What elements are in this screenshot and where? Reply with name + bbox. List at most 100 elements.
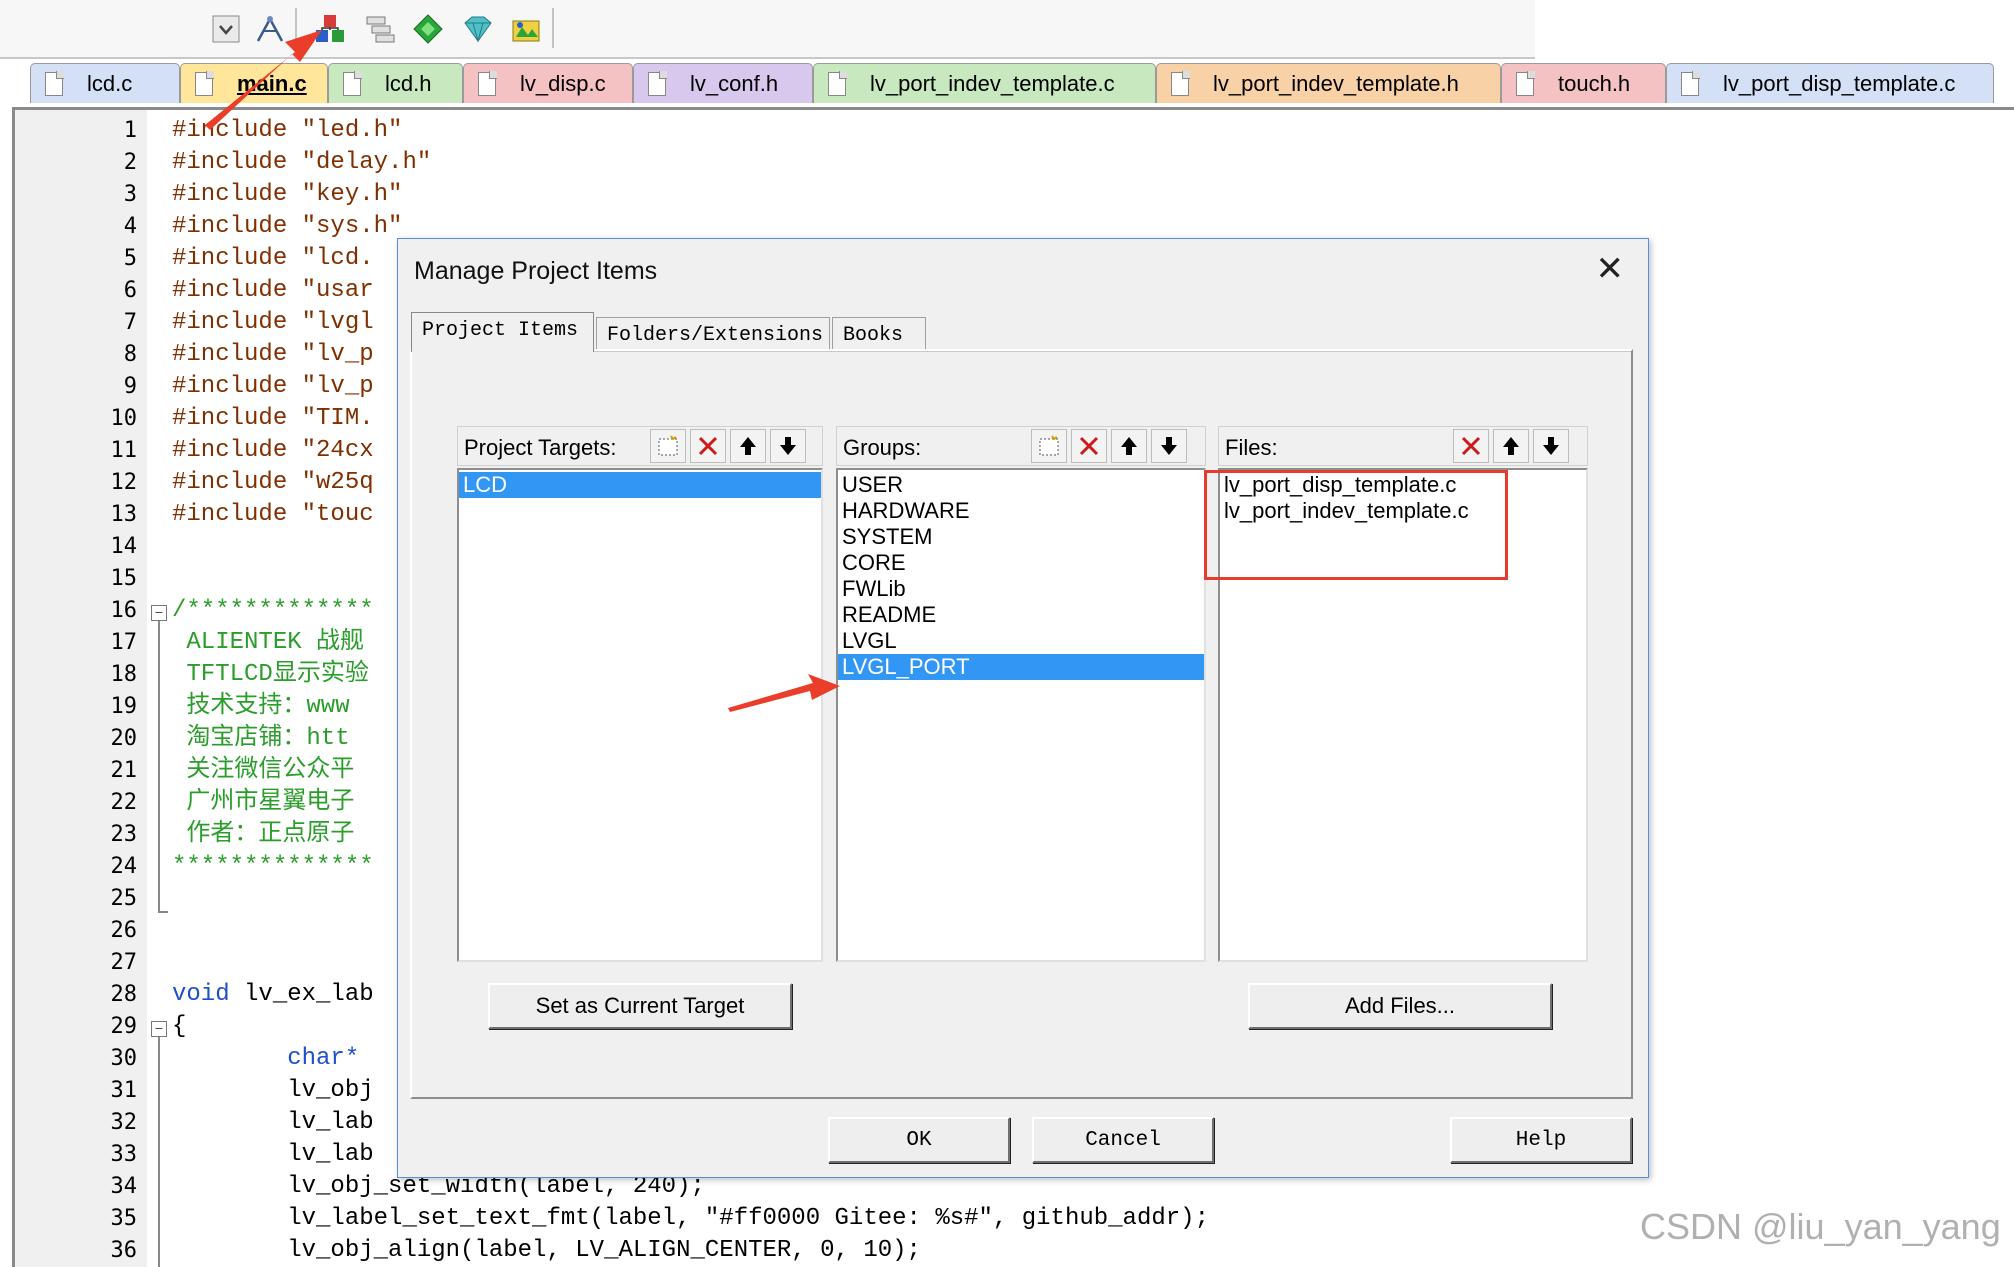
tab-lv-port-indev-template-c[interactable]: lv_port_indev_template.c [813, 63, 1156, 103]
list-item[interactable]: HARDWARE [838, 498, 1204, 524]
list-item[interactable]: LVGL [838, 628, 1204, 654]
tab-lv-port-indev-template-h[interactable]: lv_port_indev_template.h [1156, 63, 1501, 103]
add-files-button[interactable]: Add Files... [1248, 983, 1552, 1029]
tab-label: lcd.h [385, 70, 432, 96]
line-number: 12 [110, 470, 138, 495]
tab-lcd-c[interactable]: lcd.c [30, 63, 180, 103]
set-as-current-target-button[interactable]: Set as Current Target [488, 983, 792, 1029]
line-number: 30 [110, 1046, 138, 1071]
dialog-title: Manage Project Items [414, 257, 658, 285]
line-number: 20 [110, 726, 138, 751]
code-text: #include "delay.h" [172, 149, 432, 176]
delete-icon[interactable] [690, 429, 726, 463]
code-text: lv_obj [172, 1077, 374, 1104]
line-number: 19 [110, 694, 138, 719]
delete-icon[interactable] [1453, 429, 1489, 463]
move-up-icon[interactable] [730, 429, 766, 463]
help-button[interactable]: Help [1450, 1117, 1632, 1163]
line-number: 4 [123, 214, 137, 239]
file-icon [648, 70, 667, 96]
tab-main-c[interactable]: main.c [180, 63, 328, 103]
code-text: 关注微信公众平 [172, 757, 355, 784]
list-item[interactable]: LCD [459, 472, 821, 498]
tab-lv-conf-h[interactable]: lv_conf.h [633, 63, 813, 103]
toolbar-separator-end [552, 8, 554, 48]
code-text: lv_obj_align(label, LV_ALIGN_CENTER, 0, … [172, 1237, 921, 1264]
line-number: 1 [123, 118, 137, 143]
code-text: /************* [172, 597, 374, 624]
move-down-icon[interactable] [1151, 429, 1187, 463]
fold-toggle-icon[interactable]: − [151, 605, 167, 621]
list-item-selected[interactable]: LVGL_PORT [838, 654, 1204, 680]
code-text: 技术支持：www [172, 693, 350, 720]
code-text: void lv_ex_lab [172, 981, 374, 1008]
tab-lv-port-disp-template-c[interactable]: lv_port_disp_template.c [1666, 63, 1994, 103]
tab-folders-extensions[interactable]: Folders/Extensions [596, 317, 830, 352]
code-text: 作者：正点原子 [172, 821, 355, 848]
line-number: 25 [110, 886, 138, 911]
file-tab-bar: lcd.c main.c lcd.h lv_disp.c lv_conf.h l… [0, 59, 2014, 107]
ok-button[interactable]: OK [828, 1117, 1010, 1163]
files-label: Files: [1225, 435, 1278, 460]
groups-list[interactable]: USER HARDWARE SYSTEM CORE FWLib README L… [836, 468, 1206, 962]
move-down-icon[interactable] [770, 429, 806, 463]
tab-label: lcd.c [87, 70, 133, 96]
line-number: 31 [110, 1078, 138, 1103]
line-number: 23 [110, 822, 138, 847]
batch-build-icon[interactable] [364, 13, 396, 45]
list-item[interactable]: FWLib [838, 576, 1204, 602]
tab-lv-disp-c[interactable]: lv_disp.c [463, 63, 633, 103]
code-text: #include "led.h" [172, 117, 403, 144]
list-item[interactable]: USER [838, 472, 1204, 498]
targets-header: Project Targets: [457, 426, 823, 466]
file-icon [1171, 70, 1190, 96]
move-up-icon[interactable] [1111, 429, 1147, 463]
file-icon [45, 70, 64, 96]
tab-project-items[interactable]: Project Items [411, 312, 594, 352]
new-target-icon[interactable] [650, 429, 686, 463]
manage-project-items-dialog: Manage Project Items ✕ Project Items Fol… [397, 238, 1649, 1178]
line-number: 24 [110, 854, 138, 879]
list-item[interactable]: SYSTEM [838, 524, 1204, 550]
list-item[interactable]: README [838, 602, 1204, 628]
move-down-icon[interactable] [1533, 429, 1569, 463]
move-up-icon[interactable] [1493, 429, 1529, 463]
line-number: 17 [110, 630, 138, 655]
wizard-icon[interactable] [254, 13, 286, 45]
groups-label: Groups: [843, 435, 922, 460]
code-text: #include "24cx [172, 437, 374, 464]
toolbar [0, 0, 1535, 59]
select-device-icon[interactable] [412, 13, 444, 45]
new-group-icon[interactable] [1031, 429, 1067, 463]
tab-touch-h[interactable]: touch.h [1501, 63, 1666, 103]
list-item[interactable]: CORE [838, 550, 1204, 576]
delete-icon[interactable] [1071, 429, 1107, 463]
code-text: #include "sys.h" [172, 213, 403, 240]
file-icon [195, 70, 214, 96]
dropdown-icon[interactable] [210, 13, 242, 45]
line-number: 18 [110, 662, 138, 687]
targets-list[interactable]: LCD [457, 468, 823, 962]
fold-guide-end [158, 911, 168, 913]
options-icon[interactable] [462, 13, 494, 45]
fold-guide [158, 1037, 160, 1267]
line-number: 7 [123, 310, 137, 335]
line-number: 35 [110, 1206, 138, 1231]
code-text: 广州市星翼电子 [172, 789, 355, 816]
pack-installer-icon[interactable] [510, 13, 542, 45]
cancel-button[interactable]: Cancel [1032, 1117, 1214, 1163]
manage-project-items-icon[interactable] [314, 13, 346, 45]
close-icon[interactable]: ✕ [1596, 249, 1625, 289]
line-number: 36 [110, 1238, 138, 1263]
code-text: 淘宝店铺：htt [172, 725, 350, 752]
tab-books[interactable]: Books [832, 317, 926, 352]
line-number: 29 [110, 1014, 138, 1039]
tab-label: main.c [237, 70, 307, 96]
tab-lcd-h[interactable]: lcd.h [328, 63, 463, 103]
line-number: 14 [110, 534, 138, 559]
fold-toggle-icon[interactable]: − [151, 1021, 167, 1037]
line-number: 34 [110, 1174, 138, 1199]
line-number: 3 [123, 182, 137, 207]
code-text: char* [287, 1045, 360, 1072]
file-icon [343, 70, 362, 96]
